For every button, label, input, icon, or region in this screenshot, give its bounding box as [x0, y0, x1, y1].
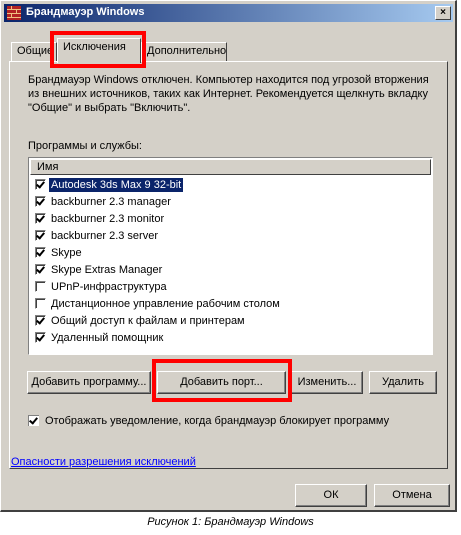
list-item-label: Skype: [51, 247, 82, 259]
list-item-checkbox[interactable]: [35, 195, 46, 207]
notify-checkbox[interactable]: [28, 414, 39, 426]
list-item[interactable]: Autodesk 3ds Max 9 32-bit: [35, 177, 184, 194]
list-item-label: Дистанционное управление рабочим столом: [51, 298, 280, 310]
list-item-label: Autodesk 3ds Max 9 32-bit: [49, 178, 184, 192]
firewall-icon: [7, 6, 21, 20]
highlight-add-port: [152, 359, 292, 402]
title-bar: Брандмауэр Windows ×: [4, 4, 453, 22]
list-item-label: Удаленный помощник: [51, 332, 164, 344]
list-item-checkbox[interactable]: [35, 280, 46, 292]
list-item[interactable]: Skype Extras Manager: [35, 262, 164, 279]
edit-button[interactable]: Изменить...: [291, 371, 363, 394]
list-item-checkbox[interactable]: [35, 263, 46, 275]
list-item[interactable]: Skype: [35, 245, 84, 262]
list-item[interactable]: Общий доступ к файлам и принтерам: [35, 313, 247, 330]
list-item[interactable]: UPnP-инфраструктура: [35, 279, 169, 296]
list-item-checkbox[interactable]: [35, 314, 46, 326]
exceptions-risk-link[interactable]: Опасности разрешения исключений: [11, 456, 196, 468]
list-item-checkbox[interactable]: [35, 331, 46, 343]
highlight-exceptions-tab: [50, 31, 146, 68]
figure-caption: Рисунок 1: Брандмауэр Windows: [147, 516, 314, 528]
notify-checkbox-row[interactable]: Отображать уведомление, когда брандмауэр…: [28, 414, 390, 427]
list-item-checkbox[interactable]: [35, 212, 46, 224]
tab-general-label: Общие: [17, 45, 54, 57]
list-item-label: backburner 2.3 manager: [51, 196, 171, 208]
close-button[interactable]: ×: [435, 6, 451, 20]
list-item-checkbox[interactable]: [35, 229, 46, 241]
list-item-checkbox[interactable]: [35, 178, 46, 190]
cancel-button[interactable]: Отмена: [374, 484, 450, 507]
programs-label: Программы и службы:: [28, 140, 142, 152]
list-item[interactable]: backburner 2.3 manager: [35, 194, 173, 211]
list-item[interactable]: backburner 2.3 monitor: [35, 211, 166, 228]
column-header-name[interactable]: Имя: [30, 159, 431, 175]
firewall-window: Брандмауэр Windows × Общие Исключения До…: [0, 0, 457, 512]
list-item-checkbox[interactable]: [35, 246, 46, 258]
list-item[interactable]: backburner 2.3 server: [35, 228, 160, 245]
list-item-checkbox[interactable]: [35, 297, 46, 309]
list-item-label: Общий доступ к файлам и принтерам: [51, 315, 245, 327]
close-icon: ×: [440, 7, 446, 18]
notify-label: Отображать уведомление, когда брандмауэр…: [45, 415, 390, 427]
list-item-label: backburner 2.3 monitor: [51, 213, 165, 225]
list-item-label: UPnP-инфраструктура: [51, 281, 167, 293]
window-title: Брандмауэр Windows: [26, 6, 145, 18]
tab-advanced[interactable]: Дополнительно: [141, 42, 227, 62]
programs-list[interactable]: Имя Autodesk 3ds Max 9 32-bit backburner …: [28, 157, 433, 355]
add-program-button[interactable]: Добавить программу...: [27, 371, 151, 394]
list-item-label: Skype Extras Manager: [51, 264, 163, 276]
list-item-label: backburner 2.3 server: [51, 230, 158, 242]
tab-advanced-label: Дополнительно: [147, 45, 227, 57]
delete-button[interactable]: Удалить: [369, 371, 437, 394]
list-item[interactable]: Дистанционное управление рабочим столом: [35, 296, 282, 313]
firewall-warning-text: Брандмауэр Windows отключен. Компьютер н…: [28, 74, 429, 114]
ok-button[interactable]: ОК: [295, 484, 367, 507]
list-item[interactable]: Удаленный помощник: [35, 330, 165, 347]
